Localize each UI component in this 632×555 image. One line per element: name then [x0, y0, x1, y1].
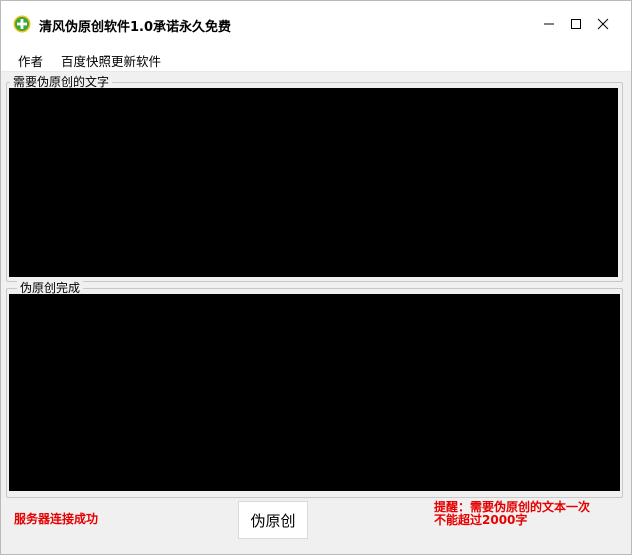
rewrite-button[interactable]: 伪原创 — [238, 501, 308, 539]
notice-line-2: 不能超过2000字 — [434, 513, 528, 527]
menu-bar: 作者 百度快照更新软件 — [1, 47, 631, 72]
maximize-button[interactable] — [561, 9, 591, 39]
source-text-input[interactable] — [9, 88, 618, 277]
close-icon — [597, 18, 609, 30]
menu-item-baidu-snapshot-update[interactable]: 百度快照更新软件 — [61, 51, 161, 70]
main-window: 清风伪原创软件1.0承诺永久免费 作者 百度快照更新软件 需要伪原创的文字 伪原… — [0, 0, 632, 555]
app-plus-icon — [13, 15, 31, 33]
length-limit-notice: 提醒：需要伪原创的文本一次 不能超过2000字 — [434, 501, 614, 527]
bottom-status-strip — [1, 546, 631, 554]
title-bar[interactable]: 清风伪原创软件1.0承诺永久免费 — [1, 1, 631, 47]
minimize-icon — [544, 23, 554, 25]
output-groupbox-label: 伪原创完成 — [17, 281, 84, 295]
window-title: 清风伪原创软件1.0承诺永久免费 — [39, 20, 232, 35]
minimize-button[interactable] — [534, 9, 564, 39]
menu-item-author[interactable]: 作者 — [18, 51, 43, 70]
input-groupbox-label: 需要伪原创的文字 — [10, 75, 113, 89]
maximize-icon — [571, 19, 581, 29]
result-text-output[interactable] — [9, 294, 620, 491]
close-button[interactable] — [588, 9, 618, 39]
connection-status: 服务器连接成功 — [14, 512, 99, 526]
